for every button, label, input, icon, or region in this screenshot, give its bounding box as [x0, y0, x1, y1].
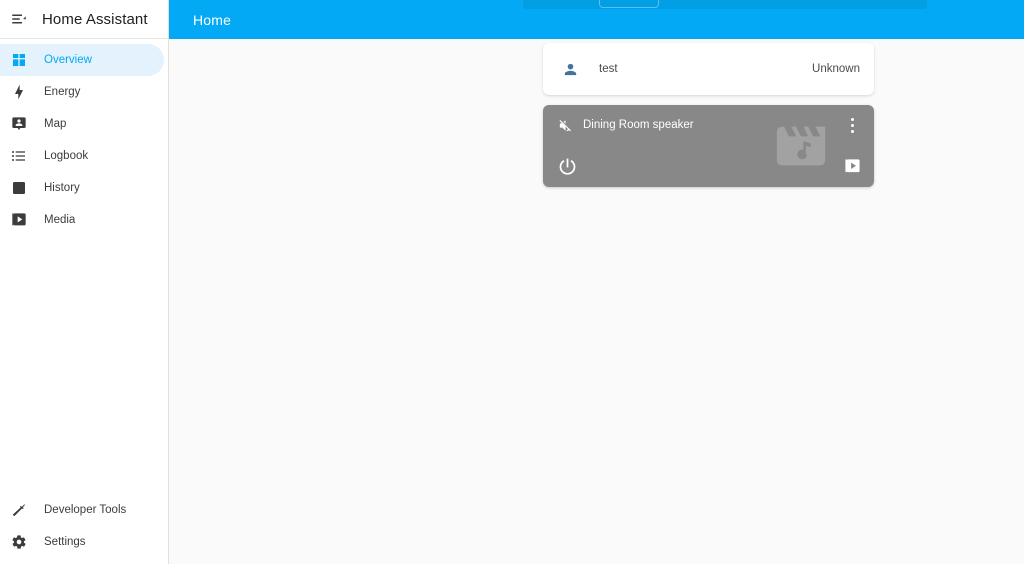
sidebar-item-history[interactable]: History [0, 172, 164, 204]
sidebar-item-label: Logbook [44, 150, 89, 162]
sidebar-item-label: Map [44, 118, 67, 130]
volume-off-icon [556, 116, 574, 134]
sidebar: Home Assistant Overview Energy Map Logbo… [0, 0, 169, 564]
map-marker-account-icon [8, 113, 30, 135]
chart-box-icon [8, 177, 30, 199]
sidebar-bottom-nav: Developer Tools Settings [0, 494, 168, 564]
view-tab-home[interactable]: Home [193, 12, 231, 28]
format-list-bulleted-icon [8, 145, 30, 167]
sidebar-header: Home Assistant [0, 0, 168, 39]
sidebar-item-energy[interactable]: Energy [0, 76, 164, 108]
lightning-bolt-icon [8, 81, 30, 103]
media-control-card[interactable]: Dining Room speaker [543, 105, 874, 187]
sidebar-item-map[interactable]: Map [0, 108, 164, 140]
toolbar-overlay-strip [523, 0, 927, 9]
home-assistant-app: Home Assistant Overview Energy Map Logbo… [0, 0, 1024, 564]
entities-card: test Unknown [543, 43, 874, 95]
dots-vertical-icon[interactable] [839, 112, 865, 138]
sidebar-item-label: Settings [44, 536, 86, 548]
menu-open-icon[interactable] [6, 6, 32, 32]
dashboard-view: test Unknown Dining Room speaker [169, 39, 1024, 564]
sidebar-item-label: History [44, 182, 80, 194]
play-box-multiple-icon[interactable] [838, 152, 866, 180]
media-title: Dining Room speaker [583, 119, 694, 131]
sidebar-item-label: Energy [44, 86, 81, 98]
hammer-icon [8, 499, 30, 521]
app-toolbar: Home [169, 0, 1024, 39]
power-icon[interactable] [553, 152, 581, 180]
entity-state[interactable]: Unknown [812, 63, 860, 75]
sidebar-item-label: Media [44, 214, 76, 226]
view-dashboard-icon [8, 49, 30, 71]
media-card-header: Dining Room speaker [543, 105, 874, 145]
cards-column: test Unknown Dining Room speaker [543, 43, 874, 187]
sidebar-item-logbook[interactable]: Logbook [0, 140, 164, 172]
gear-icon [8, 531, 30, 553]
sidebar-item-label: Overview [44, 54, 92, 66]
account-icon [557, 56, 583, 82]
sidebar-item-developer-tools[interactable]: Developer Tools [0, 494, 164, 526]
sidebar-item-overview[interactable]: Overview [0, 44, 164, 76]
sidebar-item-label: Developer Tools [44, 504, 127, 516]
sidebar-item-settings[interactable]: Settings [0, 526, 164, 558]
sidebar-item-media[interactable]: Media [0, 204, 164, 236]
main-content: Home test Unknown Dining Room speaker [169, 0, 1024, 564]
entity-name: test [599, 63, 618, 75]
sidebar-nav: Overview Energy Map Logbook History Medi… [0, 39, 168, 236]
entity-row-test[interactable]: test Unknown [543, 43, 874, 95]
app-title: Home Assistant [42, 10, 148, 28]
play-box-multiple-icon [8, 209, 30, 231]
media-card-controls [543, 151, 874, 181]
toolbar-overlay-notch [599, 0, 659, 8]
